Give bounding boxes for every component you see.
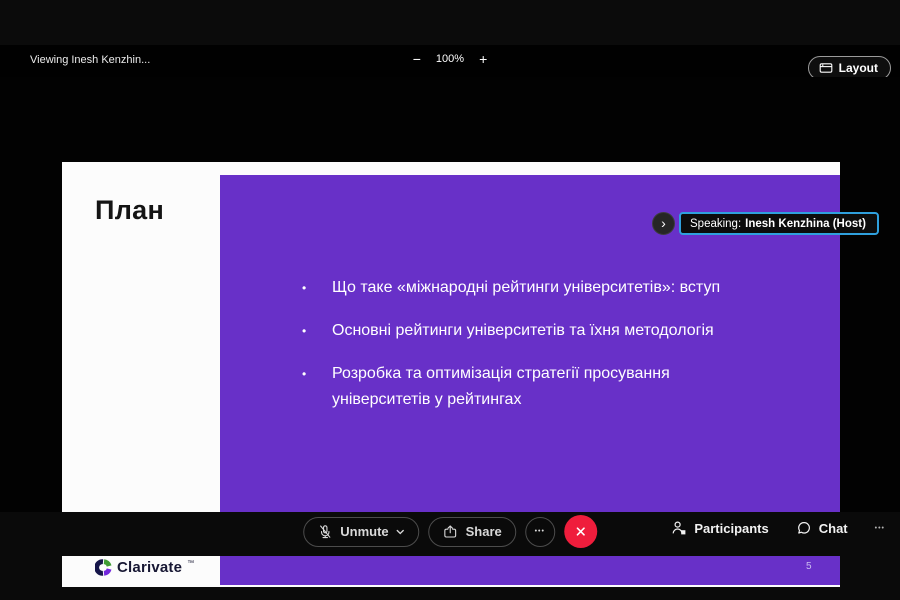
chevron-right-icon[interactable]: › bbox=[652, 212, 675, 235]
slide-title: План bbox=[95, 195, 165, 225]
bullet-text: Основні рейтинги університетів та їхня м… bbox=[332, 322, 714, 339]
layout-button-label: Layout bbox=[838, 61, 878, 75]
meeting-toolbar: Unmute Share ••• Participants Chat ••• bbox=[0, 512, 900, 556]
clarivate-logo-text: Clarivate bbox=[117, 559, 183, 576]
overflow-menu-button[interactable]: ••• bbox=[875, 525, 885, 532]
speaking-prefix: Speaking: bbox=[690, 217, 742, 230]
unmute-button[interactable]: Unmute bbox=[303, 516, 420, 547]
active-speaker-indicator: › Speaking: Inesh Kenzhina (Host) bbox=[652, 212, 879, 235]
microphone-muted-icon bbox=[317, 524, 333, 540]
participants-button[interactable]: Participants bbox=[671, 520, 769, 536]
active-speaker-badge: Speaking: Inesh Kenzhina (Host) bbox=[679, 212, 879, 235]
list-item: • Що таке «міжнародні рейтинги університ… bbox=[302, 275, 772, 301]
leave-meeting-button[interactable] bbox=[563, 515, 597, 548]
meeting-window: Viewing Inesh Kenzhin... − 100% + Layout… bbox=[0, 0, 900, 600]
zoom-out-button[interactable]: − bbox=[413, 51, 421, 67]
participants-label: Participants bbox=[694, 520, 769, 536]
bullet-list: • Що таке «міжнародні рейтинги університ… bbox=[302, 275, 772, 430]
toolbar-right-controls: Participants Chat ••• bbox=[671, 520, 885, 536]
zoom-controls: − 100% + bbox=[0, 51, 900, 67]
unmute-button-label: Unmute bbox=[340, 524, 389, 539]
presentation-stage: План • Що таке «міжнародні рейтинги унів… bbox=[0, 77, 900, 587]
toolbar-center-controls: Unmute Share ••• bbox=[303, 515, 597, 548]
close-icon bbox=[573, 524, 588, 539]
clarivate-logo-icon bbox=[95, 559, 112, 576]
participants-icon bbox=[671, 520, 687, 536]
speaker-name: Inesh Kenzhina (Host) bbox=[745, 217, 866, 230]
share-screen-icon bbox=[443, 524, 459, 540]
slide-page-number: 5 bbox=[806, 561, 812, 572]
ellipsis-icon: ••• bbox=[534, 528, 545, 535]
chevron-down-icon bbox=[396, 527, 406, 537]
bullet-text: Що таке «міжнародні рейтинги університет… bbox=[332, 279, 721, 296]
bullet-icon: • bbox=[302, 281, 307, 295]
bullet-icon: • bbox=[302, 324, 307, 338]
chat-button[interactable]: Chat bbox=[796, 520, 848, 536]
zoom-level: 100% bbox=[435, 53, 465, 65]
bullet-text: Розробка та оптимізація стратегії просув… bbox=[332, 365, 670, 408]
more-options-button[interactable]: ••• bbox=[524, 516, 555, 547]
clarivate-logo: Clarivate ™ bbox=[95, 559, 194, 576]
zoom-in-button[interactable]: + bbox=[479, 51, 487, 67]
list-item: • Основні рейтинги університетів та їхня… bbox=[302, 318, 772, 344]
bullet-icon: • bbox=[302, 367, 307, 381]
chat-bubble-icon bbox=[796, 520, 812, 536]
layout-icon bbox=[819, 61, 833, 75]
clarivate-trademark: ™ bbox=[187, 560, 195, 567]
share-button[interactable]: Share bbox=[428, 516, 516, 547]
list-item: • Розробка та оптимізація стратегії прос… bbox=[302, 361, 772, 413]
share-button-label: Share bbox=[465, 524, 502, 539]
chat-label: Chat bbox=[818, 520, 848, 536]
window-titlebar bbox=[0, 0, 900, 45]
